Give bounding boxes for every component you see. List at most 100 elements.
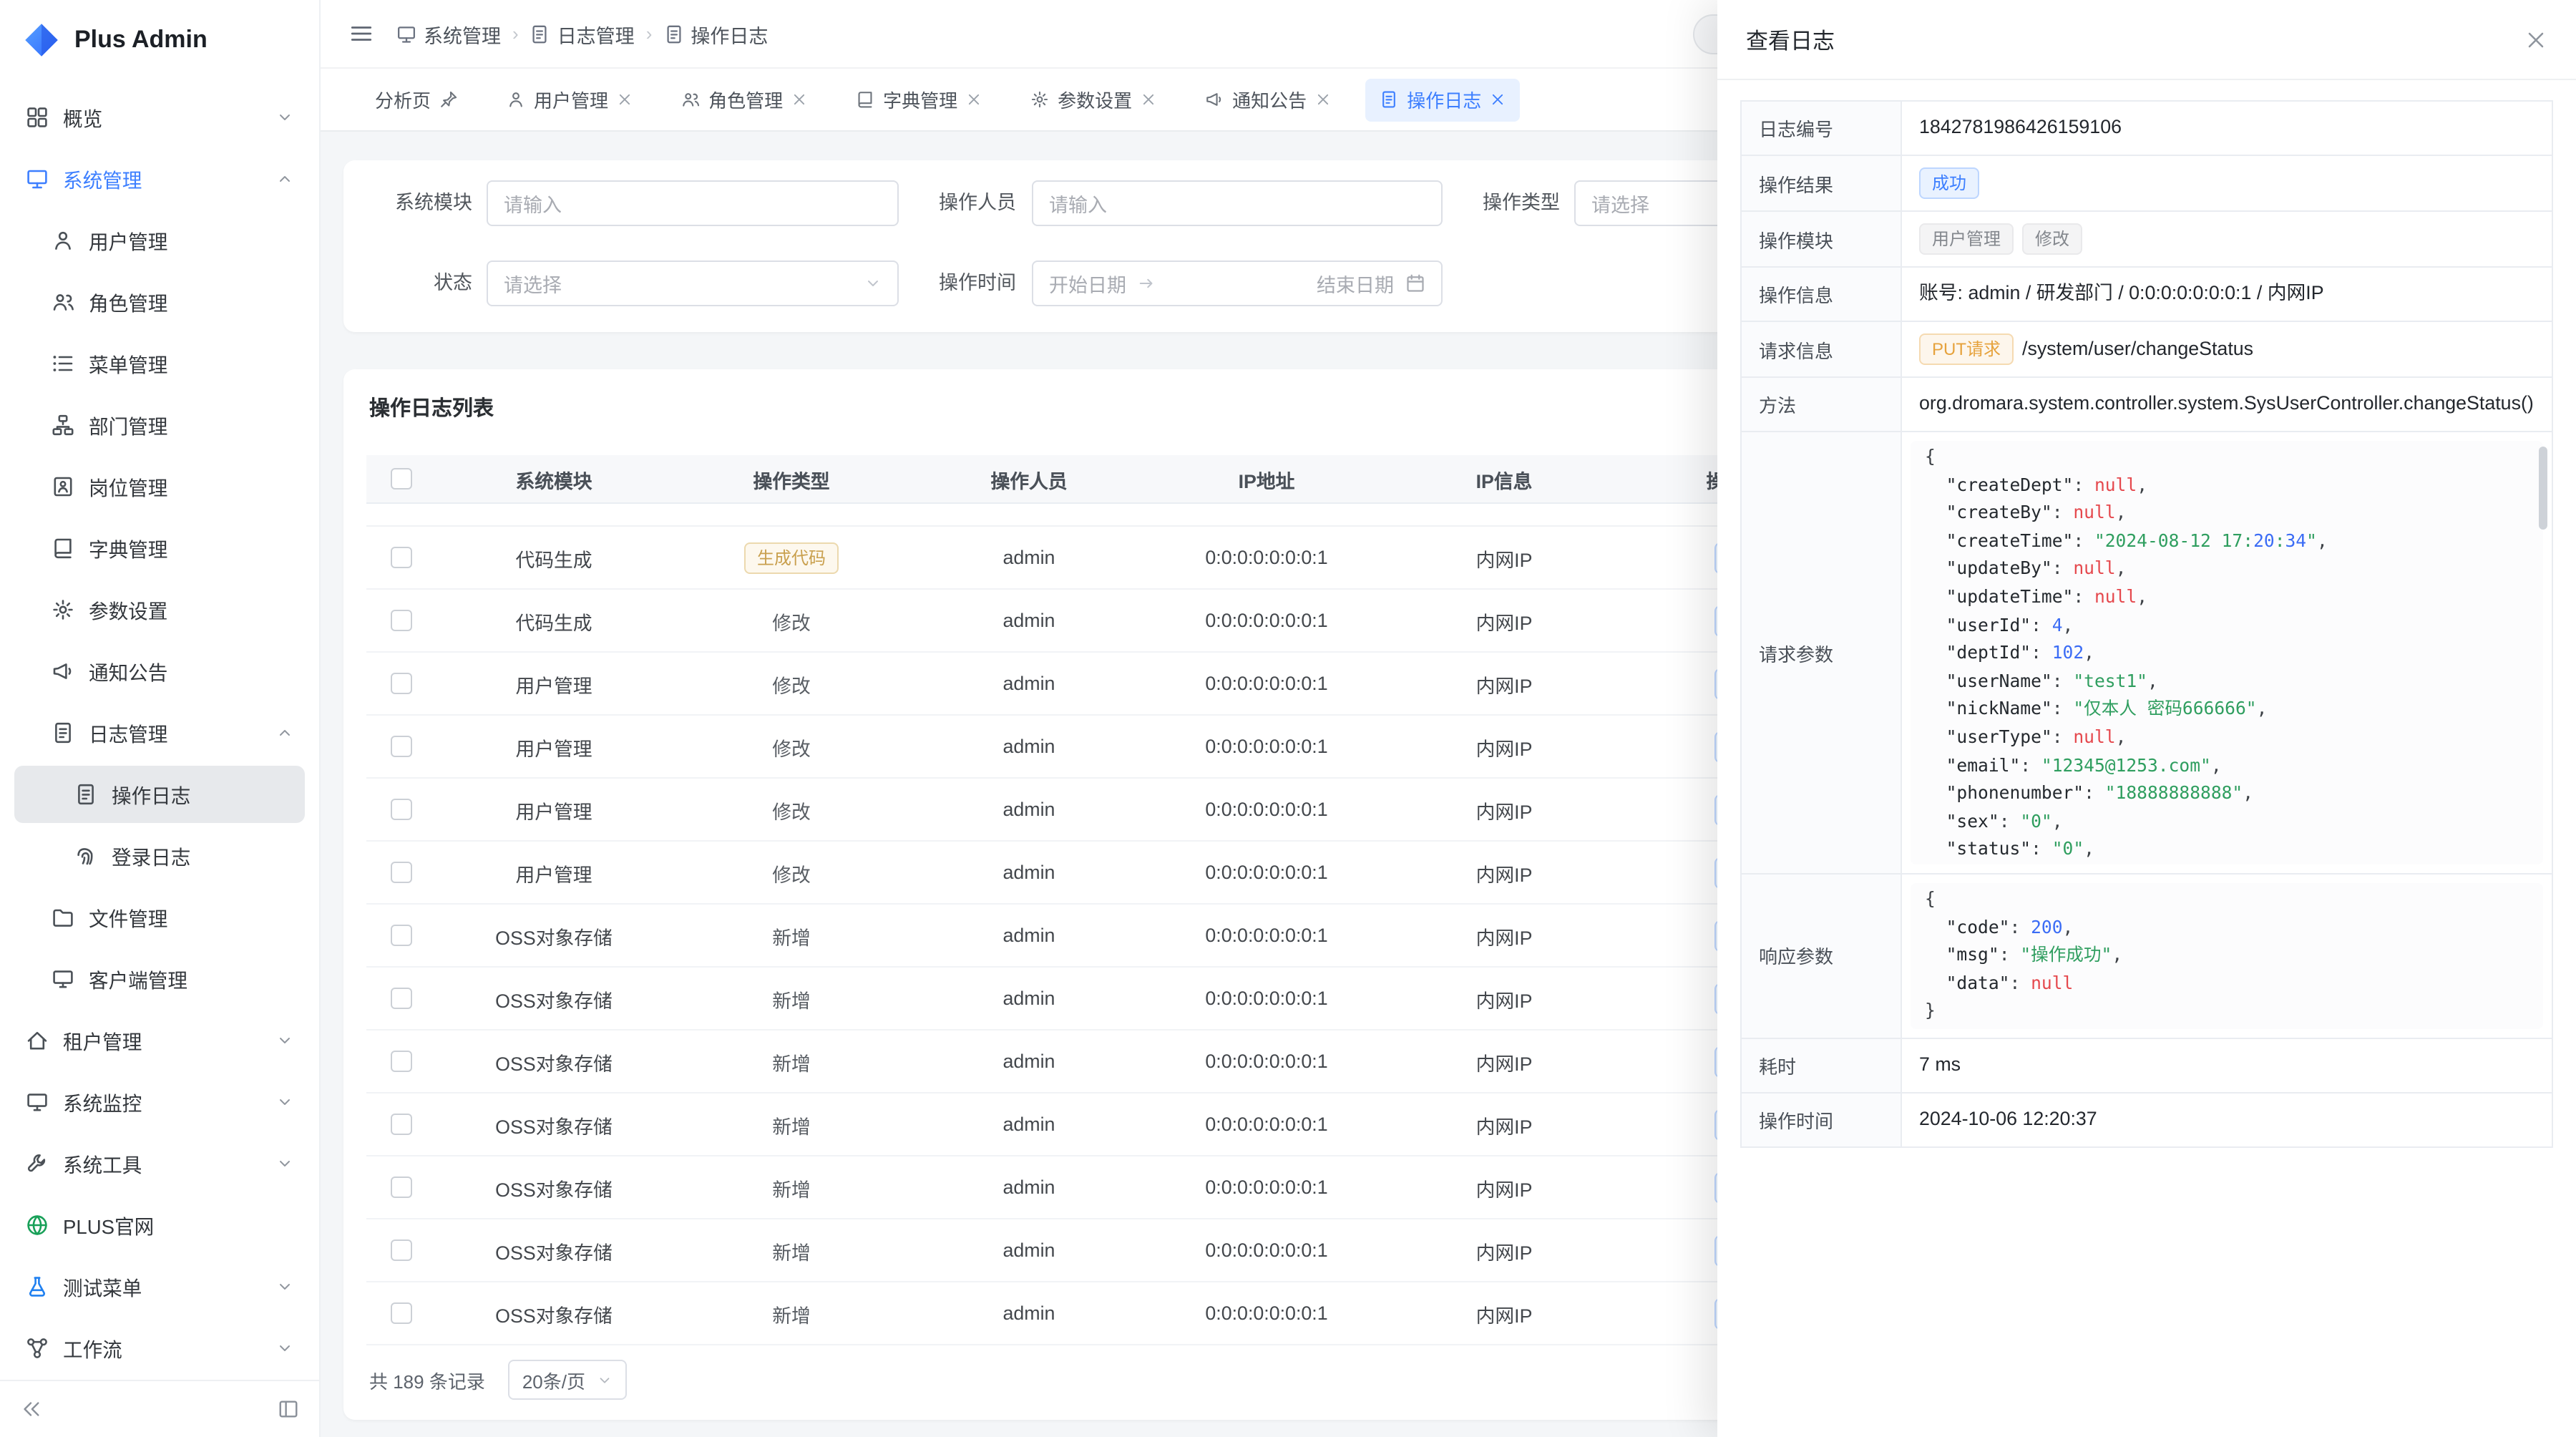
cell-operator: admin xyxy=(910,1302,1148,1324)
sidebar-item-7[interactable]: 字典管理 xyxy=(14,520,305,577)
sidebar-item-label: PLUS官网 xyxy=(63,1211,293,1239)
cell-op-type: 新增 xyxy=(673,1173,910,1202)
tab-close-icon[interactable] xyxy=(791,92,807,107)
hamburger-menu-icon[interactable] xyxy=(349,21,374,46)
tab-close-icon[interactable] xyxy=(1315,92,1331,107)
sidebar-item-label: 字典管理 xyxy=(89,534,293,562)
row-checkbox[interactable] xyxy=(390,1114,411,1135)
tab-1[interactable]: 用户管理 xyxy=(492,78,647,121)
sidebar-item-16[interactable]: 系统监控 xyxy=(14,1073,305,1131)
drawer-header: 查看日志 xyxy=(1717,0,2576,80)
sidebar-item-12[interactable]: 登录日志 xyxy=(14,827,305,885)
detail-label: 方法 xyxy=(1742,378,1902,431)
detail-row-1: 操作结果成功 xyxy=(1742,156,2552,212)
tab-0[interactable]: 分析页 xyxy=(361,78,472,121)
breadcrumb-item-2[interactable]: 操作日志 xyxy=(663,19,768,48)
breadcrumb-item-0[interactable]: 系统管理 xyxy=(396,19,501,48)
sidebar-item-9[interactable]: 通知公告 xyxy=(14,643,305,700)
row-checkbox[interactable] xyxy=(390,1177,411,1198)
row-checkbox[interactable] xyxy=(390,1302,411,1324)
field-label-status: 状态 xyxy=(343,260,472,306)
sidebar-item-label: 测试菜单 xyxy=(63,1272,262,1301)
sidebar-item-11[interactable]: 操作日志 xyxy=(14,766,305,823)
tab-4[interactable]: 参数设置 xyxy=(1016,78,1171,121)
row-checkbox[interactable] xyxy=(390,547,411,568)
row-checkbox[interactable] xyxy=(390,610,411,631)
detail-label: 请求信息 xyxy=(1742,322,1902,376)
collapse-sidebar-icon[interactable] xyxy=(20,1398,42,1420)
module-tag: 修改 xyxy=(2022,223,2082,255)
cell-ip-location: 内网IP xyxy=(1385,984,1623,1013)
sidebar-item-1[interactable]: 系统管理 xyxy=(14,150,305,208)
book-icon xyxy=(856,90,874,109)
sidebar-item-4[interactable]: 菜单管理 xyxy=(14,335,305,392)
sidebar-item-label: 系统工具 xyxy=(63,1149,262,1178)
cell-ip: 0:0:0:0:0:0:0:1 xyxy=(1148,862,1385,883)
sidebar-item-label: 工作流 xyxy=(63,1334,262,1363)
system-module-input[interactable]: 请输入 xyxy=(487,180,899,226)
horn-icon xyxy=(1205,90,1224,109)
sidebar-item-19[interactable]: 测试菜单 xyxy=(14,1258,305,1315)
sidebar-item-8[interactable]: 参数设置 xyxy=(14,581,305,638)
sidebar-item-2[interactable]: 用户管理 xyxy=(14,212,305,269)
row-checkbox[interactable] xyxy=(390,1051,411,1072)
tab-close-icon[interactable] xyxy=(1490,92,1506,107)
row-checkbox[interactable] xyxy=(390,673,411,694)
tab-close-icon[interactable] xyxy=(1141,92,1156,107)
tab-6[interactable]: 操作日志 xyxy=(1365,78,1520,121)
sidebar-item-18[interactable]: PLUS官网 xyxy=(14,1197,305,1254)
row-checkbox[interactable] xyxy=(390,799,411,820)
sidebar-item-17[interactable]: 系统工具 xyxy=(14,1135,305,1192)
cell-op-type: 新增 xyxy=(673,1047,910,1076)
row-checkbox[interactable] xyxy=(390,925,411,946)
sidebar-item-6[interactable]: 岗位管理 xyxy=(14,458,305,515)
table-title: 操作日志列表 xyxy=(369,392,494,422)
sidebar-item-15[interactable]: 租户管理 xyxy=(14,1012,305,1069)
cell-ip-location: 内网IP xyxy=(1385,1047,1623,1076)
date-range-input[interactable]: 开始日期 结束日期 xyxy=(1032,260,1443,306)
sidebar: Plus Admin 概览系统管理用户管理角色管理菜单管理部门管理岗位管理字典管… xyxy=(0,0,321,1437)
tab-2[interactable]: 角色管理 xyxy=(667,78,821,121)
cell-operator: admin xyxy=(910,1239,1148,1261)
sidebar-item-10[interactable]: 日志管理 xyxy=(14,704,305,761)
tab-close-icon[interactable] xyxy=(617,92,633,107)
breadcrumb-item-1[interactable]: 日志管理 xyxy=(530,19,635,48)
sidebar-item-5[interactable]: 部门管理 xyxy=(14,396,305,454)
fingerprint-icon xyxy=(74,844,97,867)
sidebar-item-label: 日志管理 xyxy=(89,718,262,747)
operator-input[interactable]: 请输入 xyxy=(1032,180,1443,226)
detail-row-0: 日志编号1842781986426159106 xyxy=(1742,102,2552,156)
sidebar-footer xyxy=(0,1380,319,1437)
chevron-down-icon xyxy=(276,1032,293,1049)
column-header: IP地址 xyxy=(1148,464,1385,493)
cell-ip: 0:0:0:0:0:0:0:1 xyxy=(1148,1051,1385,1072)
sidebar-item-13[interactable]: 文件管理 xyxy=(14,889,305,946)
row-checkbox[interactable] xyxy=(390,988,411,1009)
close-icon[interactable] xyxy=(2524,28,2547,51)
select-all-checkbox[interactable] xyxy=(390,468,411,489)
column-header: 操作人员 xyxy=(910,464,1148,493)
detail-label: 操作结果 xyxy=(1742,156,1902,210)
globe-icon xyxy=(26,1214,49,1237)
sidebar-item-20[interactable]: 工作流 xyxy=(14,1320,305,1377)
detail-row-6: 请求参数{ "createDept": null, "createBy": nu… xyxy=(1742,432,2552,875)
row-checkbox[interactable] xyxy=(390,1239,411,1261)
row-checkbox[interactable] xyxy=(390,736,411,757)
sidebar-item-3[interactable]: 角色管理 xyxy=(14,273,305,331)
tab-close-icon[interactable] xyxy=(966,92,982,107)
scrollbar-thumb[interactable] xyxy=(2539,447,2547,530)
sidebar-item-0[interactable]: 概览 xyxy=(14,89,305,146)
tab-3[interactable]: 字典管理 xyxy=(841,78,996,121)
page-size-select[interactable]: 20条/页 xyxy=(508,1360,627,1400)
row-checkbox[interactable] xyxy=(390,862,411,883)
cell-operator: admin xyxy=(910,1051,1148,1072)
cell-ip: 0:0:0:0:0:0:0:1 xyxy=(1148,988,1385,1009)
flask-icon xyxy=(26,1275,49,1298)
layout-toggle-icon[interactable] xyxy=(278,1398,299,1420)
pagination: 共 189 条记录 20条/页 xyxy=(369,1360,627,1400)
status-select[interactable]: 请选择 xyxy=(487,260,899,306)
detail-label: 操作时间 xyxy=(1742,1093,1902,1146)
tab-5[interactable]: 通知公告 xyxy=(1191,78,1345,121)
column-header: IP信息 xyxy=(1385,464,1623,493)
sidebar-item-14[interactable]: 客户端管理 xyxy=(14,950,305,1008)
